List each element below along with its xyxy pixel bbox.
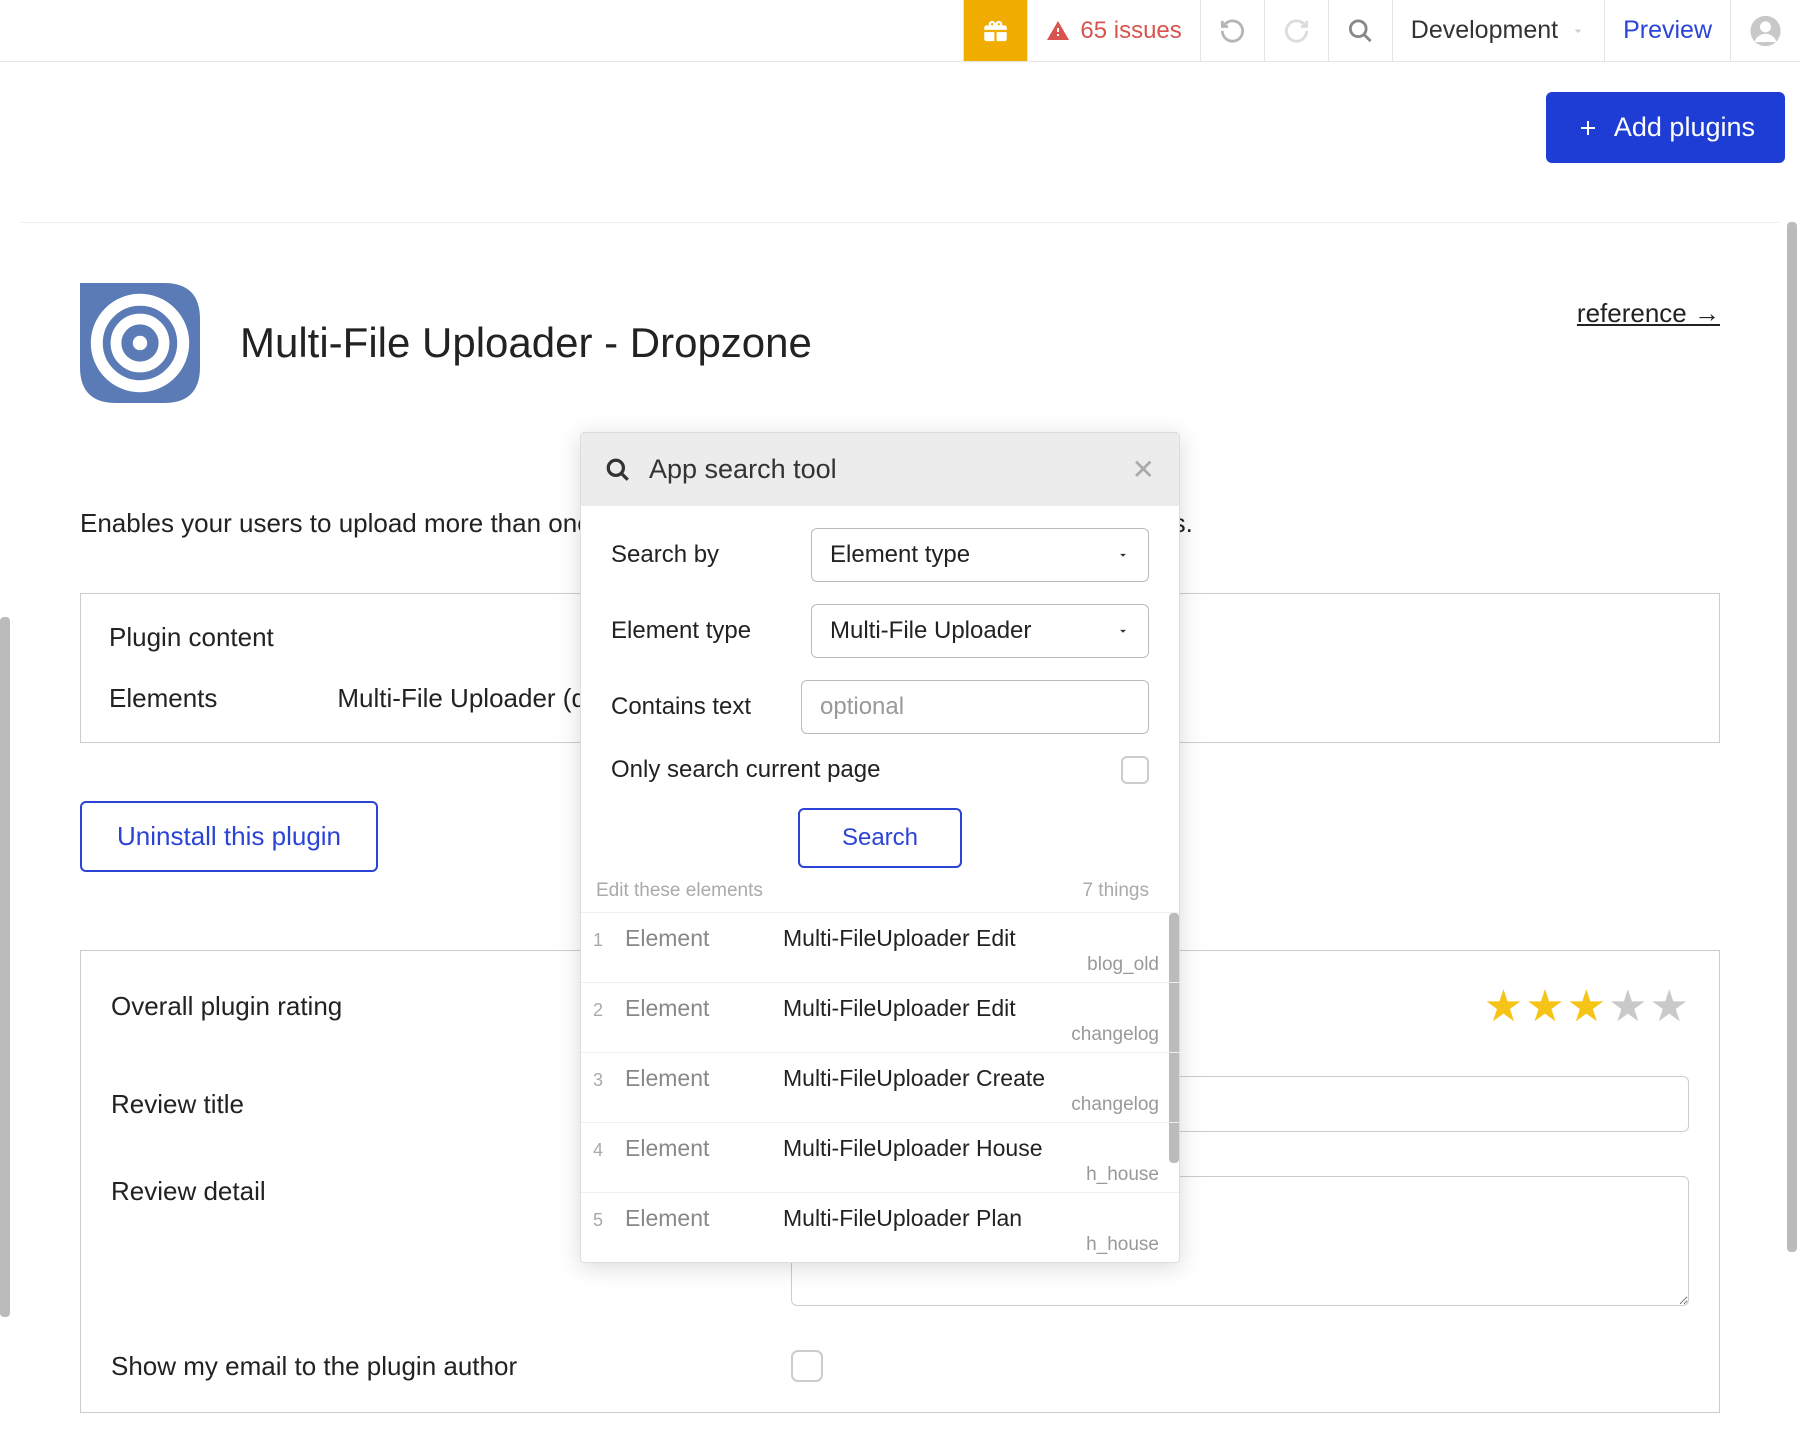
search-button[interactable] <box>1328 0 1392 61</box>
result-number: 1 <box>593 930 607 951</box>
preview-section: Preview <box>1604 0 1730 61</box>
caret-down-icon <box>1116 548 1130 562</box>
element-type-label: Element type <box>611 617 811 645</box>
elements-label: Elements <box>109 683 217 714</box>
things-count: 7 things <box>1082 880 1149 902</box>
uninstall-button[interactable]: Uninstall this plugin <box>80 801 378 872</box>
search-by-label: Search by <box>611 541 811 569</box>
star-icon[interactable]: ★ <box>1525 981 1564 1032</box>
star-icon[interactable]: ★ <box>1567 981 1606 1032</box>
plus-icon <box>1576 116 1600 140</box>
add-plugins-button[interactable]: Add plugins <box>1546 92 1785 163</box>
user-avatar[interactable] <box>1730 0 1800 61</box>
result-page: h_house <box>593 1234 1159 1256</box>
caret-down-icon <box>1116 624 1130 638</box>
contains-text-input[interactable] <box>801 680 1149 734</box>
issues-count: 65 issues <box>1080 17 1181 45</box>
reference-link[interactable]: reference → <box>1577 298 1720 329</box>
star-icon[interactable]: ★ <box>1608 981 1647 1032</box>
environment-label: Development <box>1411 16 1558 45</box>
plugin-header: Multi-File Uploader - Dropzone <box>80 283 1720 403</box>
gift-button[interactable] <box>963 0 1027 61</box>
star-rating[interactable]: ★ ★ ★ ★ ★ <box>1484 981 1689 1032</box>
result-page: blog_old <box>593 954 1159 976</box>
result-number: 4 <box>593 1140 607 1161</box>
environment-dropdown[interactable]: Development <box>1392 0 1604 61</box>
search-by-value: Element type <box>830 541 970 569</box>
search-by-dropdown[interactable]: Element type <box>811 528 1149 582</box>
result-type: Element <box>625 1135 765 1162</box>
add-plugins-label: Add plugins <box>1614 112 1755 143</box>
result-page: changelog <box>593 1024 1159 1046</box>
modal-body: Search by Element type Element type Mult… <box>581 506 1179 868</box>
result-row[interactable]: 3 Element Multi-FileUploader Create chan… <box>581 1053 1179 1123</box>
preview-link[interactable]: Preview <box>1623 16 1712 45</box>
issues-button[interactable]: 65 issues <box>1027 0 1199 61</box>
result-name: Multi-FileUploader House <box>783 1135 1043 1162</box>
result-name: Multi-FileUploader Create <box>783 1065 1045 1092</box>
right-scrollbar[interactable] <box>1787 222 1797 1252</box>
plugin-title: Multi-File Uploader - Dropzone <box>240 319 812 367</box>
star-icon[interactable]: ★ <box>1650 981 1689 1032</box>
result-number: 3 <box>593 1070 607 1091</box>
result-number: 2 <box>593 1000 607 1021</box>
result-type: Element <box>625 1205 765 1232</box>
warning-icon <box>1046 19 1070 43</box>
modal-close-button[interactable]: ✕ <box>1132 453 1155 486</box>
search-icon <box>605 457 631 483</box>
result-row[interactable]: 4 Element Multi-FileUploader House h_hou… <box>581 1123 1179 1193</box>
result-row[interactable]: 5 Element Multi-FileUploader Plan h_hous… <box>581 1193 1179 1262</box>
result-name: Multi-FileUploader Edit <box>783 925 1016 952</box>
result-type: Element <box>625 1065 765 1092</box>
show-email-label: Show my email to the plugin author <box>111 1351 791 1382</box>
star-icon[interactable]: ★ <box>1484 981 1523 1032</box>
search-icon <box>1347 17 1374 45</box>
redo-button[interactable] <box>1264 0 1328 61</box>
contains-text-label: Contains text <box>611 693 801 721</box>
undo-icon <box>1219 16 1246 46</box>
result-type: Element <box>625 925 765 952</box>
app-search-modal: App search tool ✕ Search by Element type… <box>580 432 1180 1263</box>
result-type: Element <box>625 995 765 1022</box>
left-scrollbar[interactable] <box>0 617 10 1317</box>
result-row[interactable]: 1 Element Multi-FileUploader Edit blog_o… <box>581 913 1179 983</box>
subheader: Add plugins <box>0 62 1800 222</box>
results-list: 1 Element Multi-FileUploader Edit blog_o… <box>581 912 1179 1262</box>
result-page: changelog <box>593 1094 1159 1116</box>
show-email-checkbox[interactable] <box>791 1350 823 1382</box>
result-page: h_house <box>593 1164 1159 1186</box>
edit-elements-label: Edit these elements <box>596 880 763 902</box>
undo-button[interactable] <box>1200 0 1264 61</box>
only-current-label: Only search current page <box>611 756 880 784</box>
modal-title: App search tool <box>649 454 837 485</box>
result-row[interactable]: 2 Element Multi-FileUploader Edit change… <box>581 983 1179 1053</box>
gift-icon <box>982 14 1009 48</box>
result-name: Multi-FileUploader Edit <box>783 995 1016 1022</box>
element-type-value: Multi-File Uploader <box>830 617 1031 645</box>
chevron-down-icon <box>1570 23 1586 39</box>
result-number: 5 <box>593 1210 607 1231</box>
search-button[interactable]: Search <box>798 808 962 868</box>
redo-icon <box>1283 16 1310 46</box>
element-type-dropdown[interactable]: Multi-File Uploader <box>811 604 1149 658</box>
user-icon <box>1749 14 1782 48</box>
top-bar: 65 issues Development Preview <box>0 0 1800 62</box>
result-name: Multi-FileUploader Plan <box>783 1205 1022 1232</box>
only-current-checkbox[interactable] <box>1121 756 1149 784</box>
modal-header[interactable]: App search tool ✕ <box>581 433 1179 506</box>
plugin-logo <box>80 283 200 403</box>
